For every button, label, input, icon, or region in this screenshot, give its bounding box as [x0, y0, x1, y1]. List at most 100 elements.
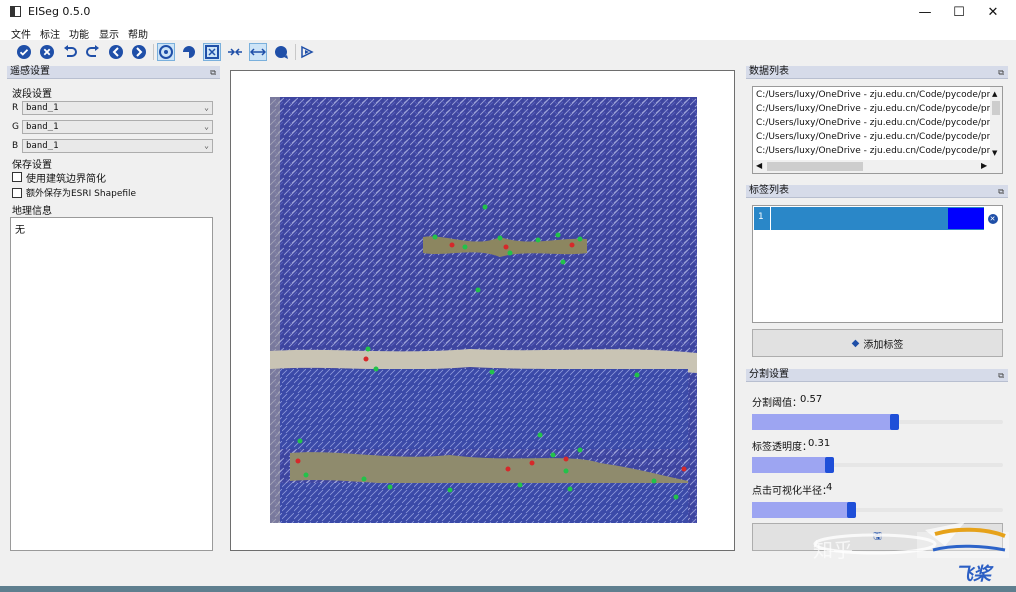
scroll-thumb[interactable] — [992, 101, 1000, 115]
close-window-button[interactable]: ✕ — [976, 0, 1010, 24]
band-r-label: R — [12, 103, 19, 113]
color-mask-icon[interactable] — [272, 43, 290, 61]
shapefile-checkbox[interactable] — [12, 188, 22, 198]
finish-icon[interactable] — [15, 43, 33, 61]
delete-label-button[interactable]: ✕ — [984, 207, 1001, 230]
dock-float-icon[interactable]: ⧉ — [998, 186, 1004, 198]
left-dock-header: 遥感设置 ⧉ — [7, 66, 220, 79]
redo-icon[interactable] — [84, 43, 102, 61]
dock-float-icon[interactable]: ⧉ — [998, 67, 1004, 79]
chevron-down-icon: ⌄ — [204, 103, 209, 112]
radius-slider-handle[interactable] — [847, 502, 856, 518]
menu-function[interactable]: 功能 — [69, 26, 89, 41]
band-b-label: B — [12, 141, 19, 151]
threshold-slider-handle[interactable] — [890, 414, 899, 430]
toolbar — [0, 40, 1016, 64]
band-r-select[interactable]: band_1 ⌄ — [22, 101, 213, 115]
label-list-title: 标签列表 — [749, 185, 789, 196]
radius-label: 点击可视化半径： — [752, 486, 832, 497]
list-item[interactable]: C:/Users/luxy/OneDrive - zju.edu.cn/Code… — [756, 132, 998, 142]
menu-bar: 文件 标注 功能 显示 帮助 — [0, 24, 1016, 41]
band-section-label: 波段设置 — [12, 89, 52, 100]
scroll-left-icon[interactable]: ◀ — [756, 161, 762, 170]
scroll-thumb[interactable] — [767, 162, 863, 171]
geo-info-value: 无 — [15, 225, 25, 236]
menu-annotate[interactable]: 标注 — [40, 26, 60, 41]
opacity-slider-fill — [752, 457, 830, 473]
label-divider — [770, 207, 771, 230]
radius-value: 4 — [826, 482, 833, 493]
label-list-header: 标签列表 ⧉ — [746, 185, 1008, 198]
menu-file[interactable]: 文件 — [11, 26, 31, 41]
prev-image-icon[interactable] — [107, 43, 125, 61]
crop-mode-icon[interactable] — [203, 43, 221, 61]
menu-help[interactable]: 帮助 — [128, 26, 148, 41]
list-item[interactable]: C:/Users/luxy/OneDrive - zju.edu.cn/Code… — [756, 90, 998, 100]
segment-mode-icon[interactable] — [180, 43, 198, 61]
opacity-slider-handle[interactable] — [825, 457, 834, 473]
window-title: EISeg 0.5.0 — [28, 5, 91, 18]
threshold-value: 0.57 — [800, 394, 823, 405]
save-section-label: 保存设置 — [12, 160, 52, 171]
close-icon: ✕ — [987, 213, 998, 224]
segmentation-image[interactable] — [270, 97, 697, 523]
left-dock-title: 遥感设置 — [10, 66, 50, 77]
simplify-checkbox-label: 使用建筑边界简化 — [26, 174, 106, 185]
band-b-value: band_1 — [26, 141, 59, 151]
chevron-down-icon: ⌄ — [204, 122, 209, 131]
segmentation-settings-title: 分割设置 — [749, 369, 789, 380]
undo-icon[interactable] — [61, 43, 79, 61]
scroll-up-icon[interactable]: ▲ — [992, 90, 997, 98]
band-g-select[interactable]: band_1 ⌄ — [22, 120, 213, 134]
add-label-button[interactable]: ◆ 添加标签 — [752, 329, 1003, 357]
data-list-title: 数据列表 — [749, 66, 789, 77]
recursive-icon[interactable] — [298, 43, 316, 61]
horizontal-scrollbar[interactable]: ◀ ▶ — [753, 160, 1002, 173]
shrink-scale-icon[interactable] — [226, 43, 244, 61]
geo-section-label: 地理信息 — [12, 206, 52, 217]
label-list: 1 ✕ — [752, 205, 1003, 323]
taskbar-strip — [0, 586, 1016, 592]
segmentation-settings-header: 分割设置 ⧉ — [746, 369, 1008, 382]
watermark-text-zhihu: 知乎 — [813, 538, 853, 562]
shapefile-checkbox-label: 额外保存为ESRI Shapefile — [26, 189, 137, 199]
list-item[interactable]: C:/Users/luxy/OneDrive - zju.edu.cn/Code… — [756, 104, 998, 114]
expand-scale-icon[interactable] — [249, 43, 267, 61]
vertical-scrollbar[interactable]: ▲ ▼ — [990, 87, 1002, 161]
opacity-label: 标签透明度： — [752, 442, 812, 453]
data-list-header: 数据列表 ⧉ — [746, 66, 1008, 79]
dock-float-icon[interactable]: ⧉ — [998, 370, 1004, 382]
label-id: 1 — [758, 212, 764, 222]
title-bar: EISeg 0.5.0 — ☐ ✕ — [0, 0, 1016, 24]
toolbar-separator — [153, 44, 154, 60]
polygon-interactive-icon[interactable] — [157, 43, 175, 61]
data-list: C:/Users/luxy/OneDrive - zju.edu.cn/Code… — [752, 86, 1003, 174]
scroll-down-icon[interactable]: ▼ — [992, 149, 997, 157]
app-window: EISeg 0.5.0 — ☐ ✕ 文件 标注 功能 显示 帮助 遥感设置 ⧉ … — [0, 0, 1016, 586]
label-row[interactable]: 1 ✕ — [754, 207, 1001, 230]
app-icon — [10, 6, 21, 17]
menu-display[interactable]: 显示 — [99, 26, 119, 41]
list-item[interactable]: C:/Users/luxy/OneDrive - zju.edu.cn/Code… — [756, 146, 998, 156]
threshold-slider-fill — [752, 414, 895, 430]
dock-float-icon[interactable]: ⧉ — [210, 67, 216, 79]
band-b-select[interactable]: band_1 ⌄ — [22, 139, 213, 153]
geo-info-textbox[interactable]: 无 — [10, 217, 213, 551]
simplify-checkbox[interactable] — [12, 172, 22, 182]
toolbar-separator — [295, 44, 296, 60]
scroll-right-icon[interactable]: ▶ — [981, 161, 987, 170]
radius-slider-fill — [752, 502, 852, 518]
tag-icon: ◆ — [851, 337, 860, 349]
label-color-swatch[interactable] — [948, 208, 984, 229]
watermark: 知乎 飞桨 — [805, 520, 1015, 586]
maximize-button[interactable]: ☐ — [942, 0, 976, 24]
image-canvas[interactable] — [230, 70, 735, 551]
watermark-text-paddle: 飞桨 — [955, 564, 991, 585]
threshold-label: 分割阈值： — [752, 398, 802, 409]
remote-sensing-image — [270, 97, 697, 523]
list-item[interactable]: C:/Users/luxy/OneDrive - zju.edu.cn/Code… — [756, 118, 998, 128]
next-image-icon[interactable] — [130, 43, 148, 61]
band-g-label: G — [12, 122, 19, 132]
clear-icon[interactable] — [38, 43, 56, 61]
minimize-button[interactable]: — — [908, 0, 942, 24]
